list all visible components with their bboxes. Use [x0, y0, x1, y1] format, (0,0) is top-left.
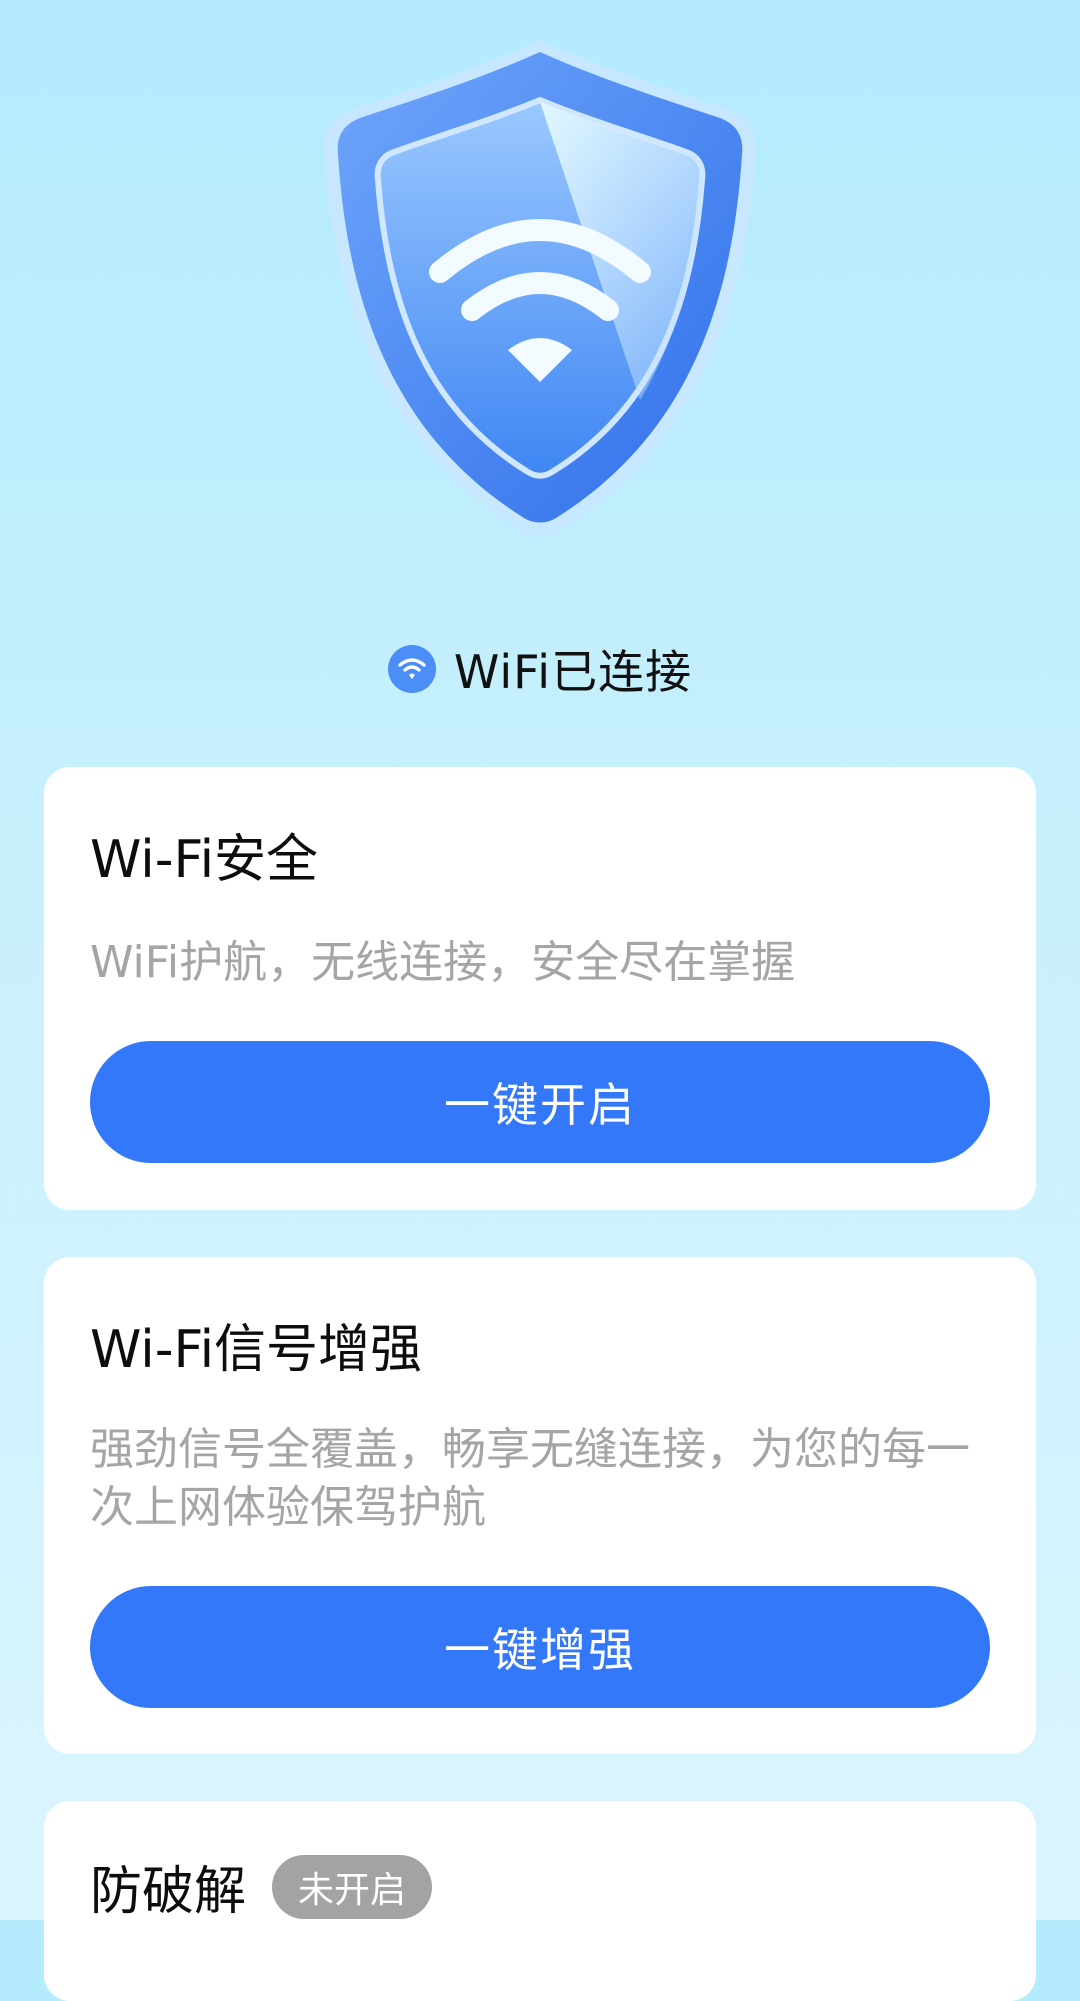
status-text: WiFi已连接: [453, 645, 693, 699]
shield-wifi-illustration: [300, 20, 780, 560]
card-title: Wi-Fi信号增强: [90, 1320, 423, 1380]
status-badge: 未开启: [272, 1854, 433, 1919]
enable-button[interactable]: 一键开启: [90, 1041, 990, 1163]
card-description: 强劲信号全覆盖，畅享无缝连接，为您的每一次上网体验保驾护航: [90, 1424, 970, 1533]
connection-status: WiFi已连接: [0, 636, 1080, 702]
anti-crack-card: 防破解 未开启: [44, 1801, 1036, 2001]
card-title-row: 防破解 未开启: [90, 1849, 433, 1924]
card-description: WiFi护航，无线连接，安全尽在掌握: [90, 937, 796, 988]
card-title: Wi-Fi安全: [90, 830, 319, 890]
wifi-security-card: Wi-Fi安全 WiFi护航，无线连接，安全尽在掌握 一键开启: [44, 767, 1036, 1210]
wifi-icon: [387, 645, 436, 693]
wifi-boost-card: Wi-Fi信号增强 强劲信号全覆盖，畅享无缝连接，为您的每一次上网体验保驾护航 …: [44, 1257, 1036, 1754]
boost-button[interactable]: 一键增强: [90, 1586, 990, 1708]
card-title: 防破解: [90, 1862, 247, 1922]
hero-section: [0, 0, 1080, 600]
